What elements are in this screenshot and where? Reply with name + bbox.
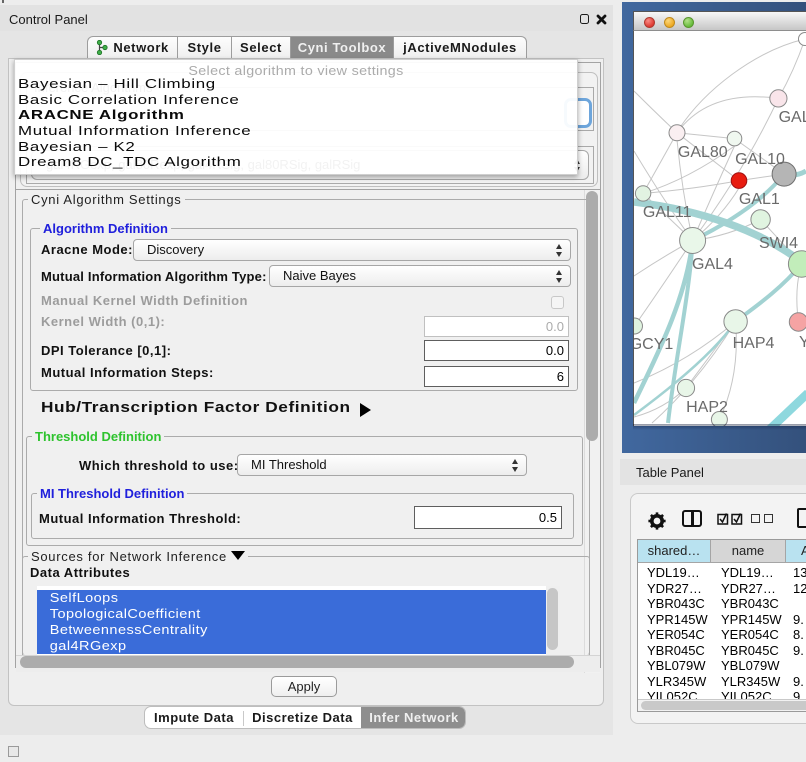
svg-text:GAL80: GAL80 bbox=[678, 144, 728, 161]
svg-text:Y: Y bbox=[799, 334, 806, 351]
svg-text:HAP4: HAP4 bbox=[733, 335, 775, 352]
svg-text:GAL10: GAL10 bbox=[735, 151, 785, 168]
svg-text:GAL1: GAL1 bbox=[739, 191, 780, 208]
svg-text:GAL11: GAL11 bbox=[643, 204, 692, 221]
svg-text:GAL4: GAL4 bbox=[692, 256, 733, 273]
svg-text:GCY1: GCY1 bbox=[634, 336, 673, 353]
svg-text:SWI4: SWI4 bbox=[759, 235, 798, 252]
svg-text:GAL7: GAL7 bbox=[779, 109, 806, 126]
svg-text:HAP2: HAP2 bbox=[686, 399, 728, 416]
